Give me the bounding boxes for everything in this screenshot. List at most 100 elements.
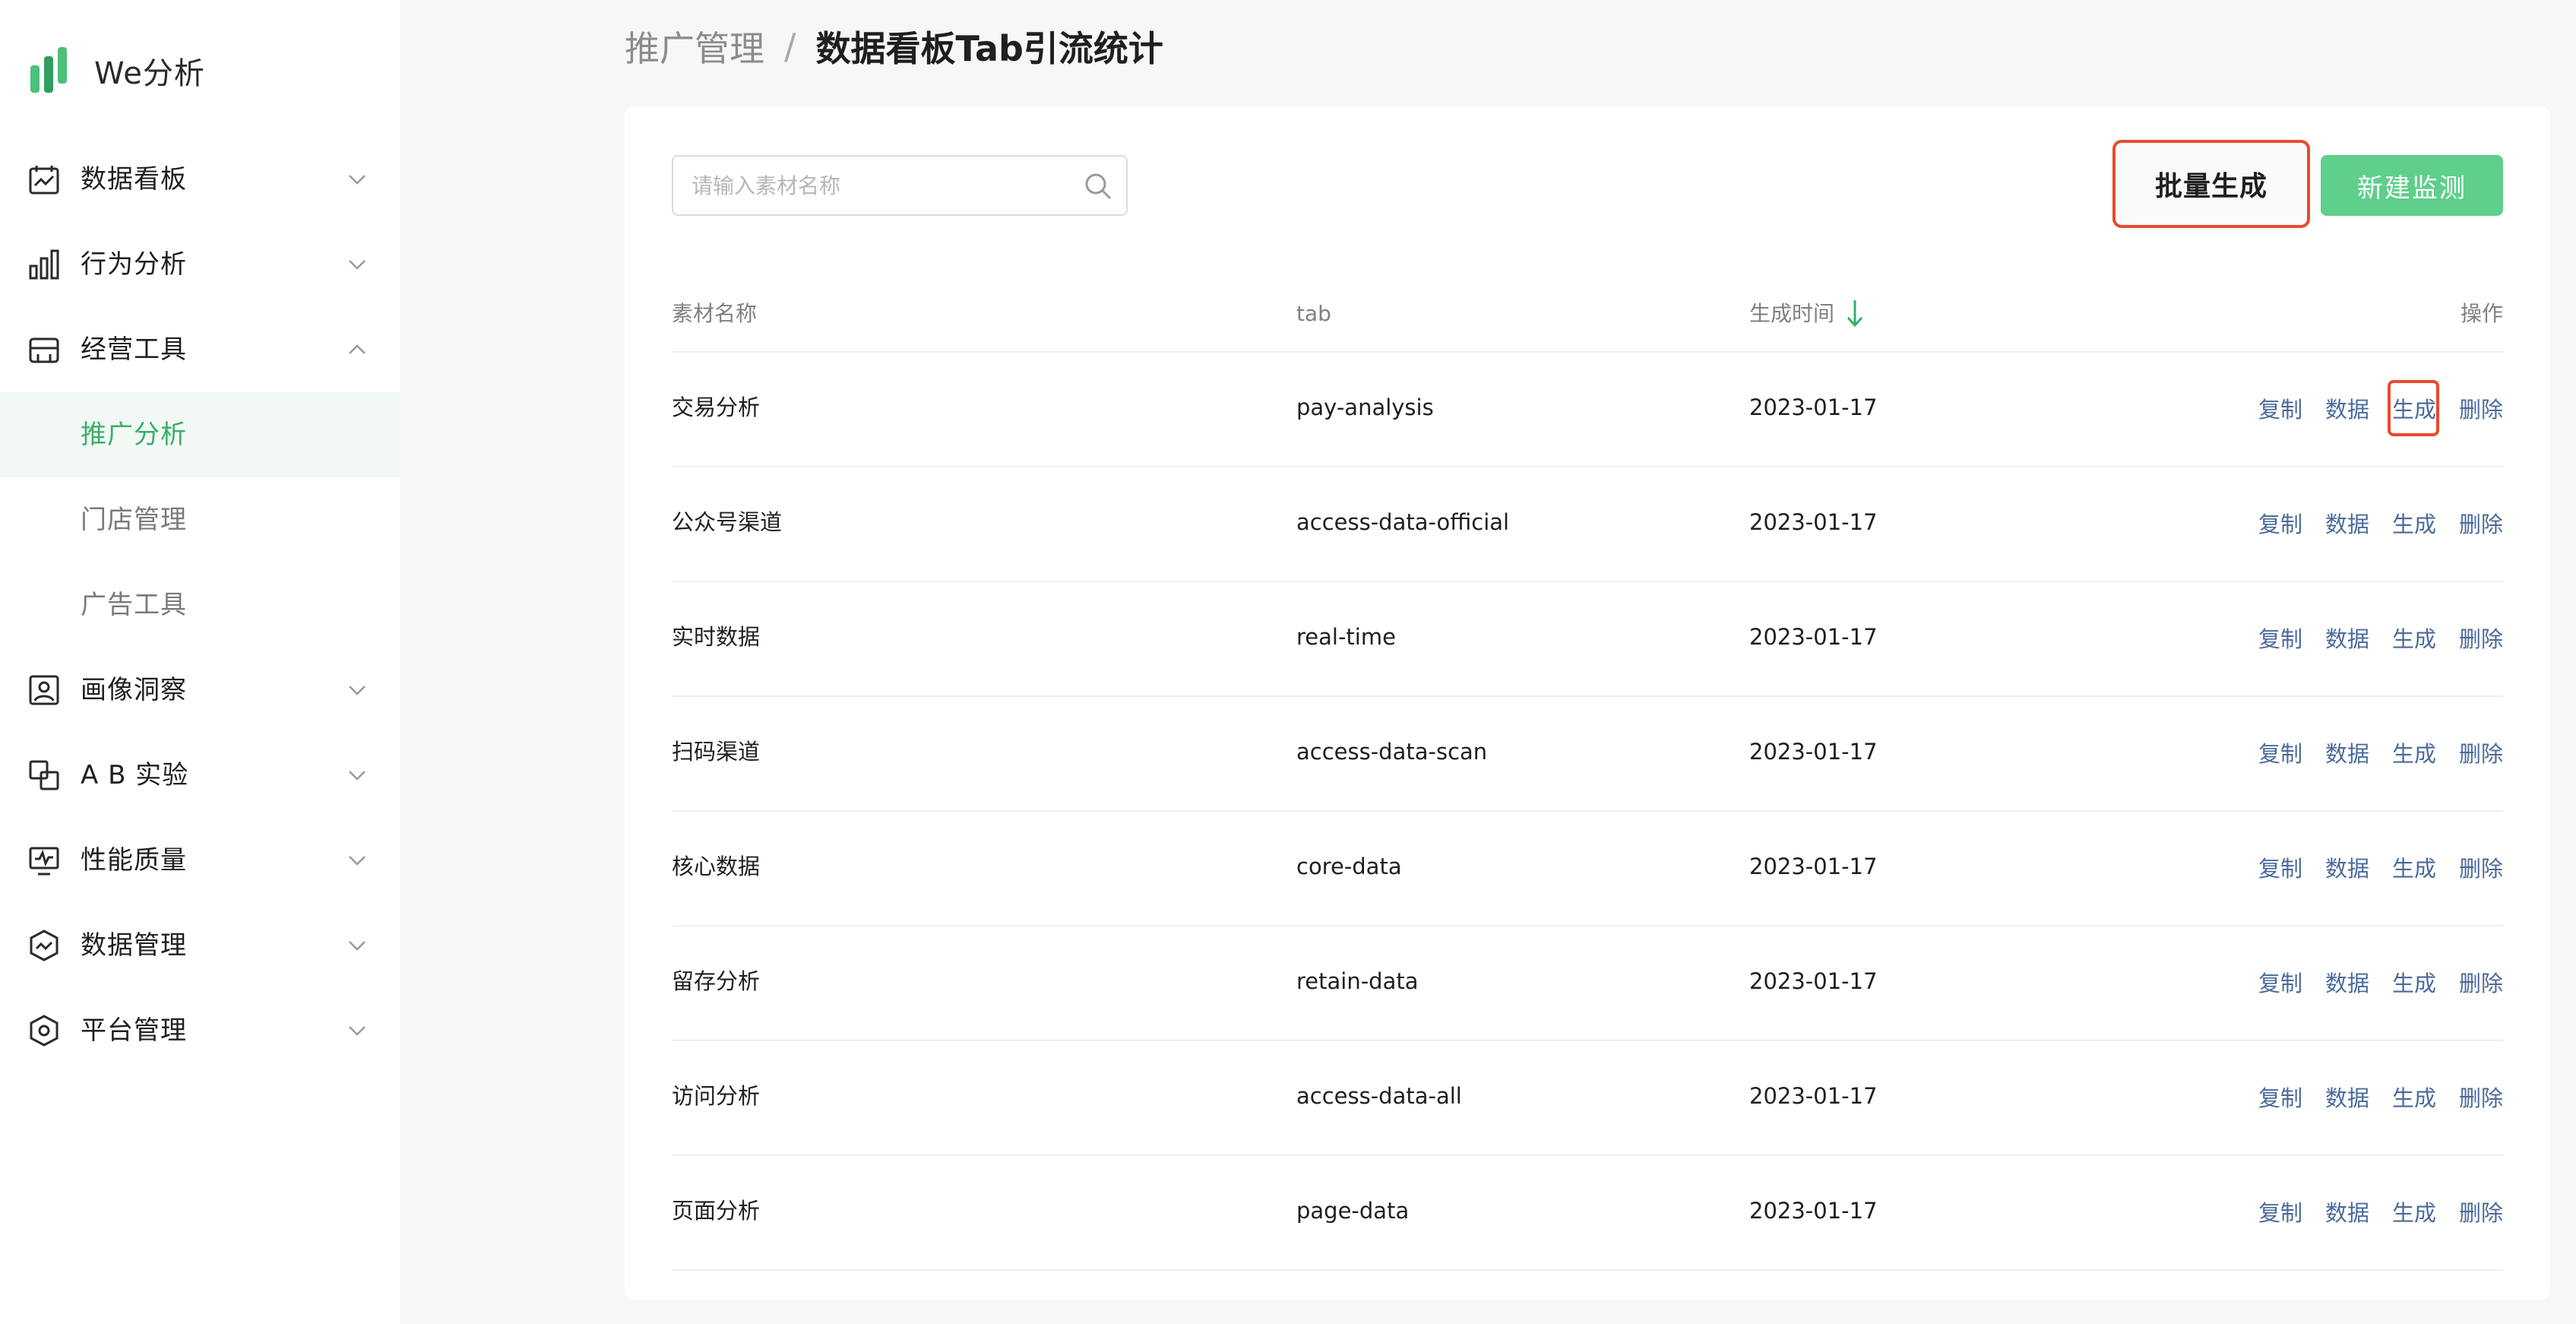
breadcrumb-separator: / (784, 26, 796, 67)
cell-time: 2023-01-17 (1749, 854, 1878, 879)
generate-link[interactable]: 生成 (2392, 736, 2436, 768)
chevron-down-icon (349, 175, 366, 185)
cell-tab: access-data-all (1296, 1083, 1462, 1109)
data-link[interactable]: 数据 (2325, 966, 2369, 998)
sidebar-subitem-label: 广告工具 (81, 590, 187, 620)
sort-desc-icon[interactable] (1845, 298, 1865, 328)
table-row: 页面分析 page-data 2023-01-17 复制 数据 生成 删除 (672, 1156, 2503, 1271)
cell-name: 实时数据 (672, 624, 761, 650)
sidebar-item-ab-test[interactable]: A B 实验 (0, 733, 400, 818)
search-input[interactable] (691, 157, 1071, 214)
brand-name: We分析 (94, 56, 205, 91)
cell-name: 交易分析 (672, 394, 761, 420)
copy-link[interactable]: 复制 (2258, 736, 2302, 768)
data-link[interactable]: 数据 (2325, 851, 2369, 883)
sidebar-item-label: 数据看板 (81, 164, 187, 195)
sidebar-subitem-ads[interactable]: 广告工具 (0, 562, 400, 648)
delete-link[interactable]: 删除 (2459, 392, 2503, 424)
row-actions: 复制 数据 生成 删除 (2236, 697, 2503, 807)
cell-tab: pay-analysis (1296, 394, 1434, 420)
delete-link[interactable]: 删除 (2459, 966, 2503, 998)
sidebar-item-business-tools[interactable]: 经营工具 (0, 307, 400, 392)
column-header-time[interactable]: 生成时间 (1749, 275, 1834, 353)
delete-link[interactable]: 删除 (2459, 736, 2503, 768)
generate-link[interactable]: 生成 (2392, 622, 2436, 654)
delete-link[interactable]: 删除 (2459, 1196, 2503, 1227)
delete-link[interactable]: 删除 (2459, 507, 2503, 539)
cell-time: 2023-01-17 (1749, 624, 1878, 650)
new-monitor-button[interactable]: 新建监测 (2321, 155, 2503, 216)
chevron-up-icon (349, 344, 366, 354)
cell-time: 2023-01-17 (1749, 739, 1878, 765)
cell-time: 2023-01-17 (1749, 1083, 1878, 1109)
sidebar-subitem-promotion[interactable]: 推广分析 (0, 392, 400, 477)
delete-link[interactable]: 删除 (2459, 1081, 2503, 1113)
data-link[interactable]: 数据 (2325, 392, 2369, 424)
row-actions: 复制 数据 生成 删除 (2236, 582, 2503, 692)
chevron-down-icon (349, 686, 366, 695)
copy-link[interactable]: 复制 (2258, 966, 2302, 998)
search-icon[interactable] (1084, 172, 1112, 201)
content-card: 批量生成 新建监测 素材名称 tab 生成时间 操作 交易分析 pay-analy… (625, 106, 2550, 1300)
cell-tab: access-data-official (1296, 509, 1510, 535)
copy-link[interactable]: 复制 (2258, 1196, 2302, 1227)
sidebar-item-dashboard[interactable]: 数据看板 (0, 137, 400, 222)
sidebar-subitem-store[interactable]: 门店管理 (0, 477, 400, 562)
delete-link[interactable]: 删除 (2459, 622, 2503, 654)
generate-link[interactable]: 生成 (2392, 851, 2436, 883)
row-actions: 复制 数据 生成 删除 (2236, 1156, 2503, 1266)
data-link[interactable]: 数据 (2325, 736, 2369, 768)
bar-chart-icon (29, 249, 59, 280)
generate-link[interactable]: 生成 (2392, 1081, 2436, 1113)
sidebar-subitem-label: 推广分析 (81, 420, 187, 450)
cell-time: 2023-01-17 (1749, 1198, 1878, 1224)
copy-link[interactable]: 复制 (2258, 622, 2302, 654)
copy-link[interactable]: 复制 (2258, 392, 2302, 424)
cell-name: 访问分析 (672, 1083, 761, 1109)
sidebar-item-label: 性能质量 (81, 845, 187, 876)
data-link[interactable]: 数据 (2325, 1081, 2369, 1113)
chevron-down-icon (349, 856, 366, 866)
logo-icon (30, 47, 67, 93)
table-row: 交易分析 pay-analysis 2023-01-17 复制 数据 生成 删除 (672, 353, 2503, 467)
generate-link[interactable]: 生成 (2392, 966, 2436, 998)
sidebar-item-platform[interactable]: 平台管理 (0, 988, 400, 1073)
breadcrumb-root[interactable]: 推广管理 (625, 21, 764, 71)
sidebar: We分析 数据看板 行为分析 经营工具 推广分析 门店管理 广告工具 画像洞察 … (0, 0, 400, 1324)
table-row: 核心数据 core-data 2023-01-17 复制 数据 生成 删除 (672, 812, 2503, 926)
row-actions: 复制 数据 生成 删除 (2236, 926, 2503, 1037)
chevron-down-icon (349, 771, 366, 781)
cell-tab: access-data-scan (1296, 739, 1488, 765)
data-link[interactable]: 数据 (2325, 622, 2369, 654)
sidebar-item-label: 平台管理 (81, 1015, 187, 1046)
copy-link[interactable]: 复制 (2258, 1081, 2302, 1113)
table-row: 留存分析 retain-data 2023-01-17 复制 数据 生成 删除 (672, 926, 2503, 1041)
portrait-icon (29, 675, 59, 705)
row-actions: 复制 数据 生成 删除 (2236, 467, 2503, 578)
generate-link[interactable]: 生成 (2392, 1196, 2436, 1227)
monitor-icon (29, 847, 59, 876)
sidebar-item-data-management[interactable]: 数据管理 (0, 903, 400, 988)
cell-name: 页面分析 (672, 1198, 761, 1224)
cell-tab: real-time (1296, 624, 1396, 650)
copy-link[interactable]: 复制 (2258, 507, 2302, 539)
main-content: 推广管理 / 数据看板Tab引流统计 批量生成 新建监测 素材名称 tab 生成… (400, 0, 2576, 1324)
chevron-down-icon (349, 1026, 366, 1036)
batch-generate-button[interactable]: 批量生成 (2112, 140, 2310, 228)
sidebar-item-portrait[interactable]: 画像洞察 (0, 648, 400, 733)
generate-link[interactable]: 生成 (2387, 379, 2439, 436)
data-link[interactable]: 数据 (2325, 507, 2369, 539)
breadcrumb: 推广管理 / 数据看板Tab引流统计 (625, 20, 1163, 73)
hexagon-gear-icon (30, 1015, 59, 1047)
delete-link[interactable]: 删除 (2459, 851, 2503, 883)
sidebar-item-performance[interactable]: 性能质量 (0, 818, 400, 903)
copy-link[interactable]: 复制 (2258, 851, 2302, 883)
generate-link[interactable]: 生成 (2392, 507, 2436, 539)
column-header-ops: 操作 (2460, 301, 2503, 326)
column-header-name: 素材名称 (672, 301, 758, 326)
brand[interactable]: We分析 (29, 44, 205, 97)
row-actions: 复制 数据 生成 删除 (2236, 812, 2503, 922)
data-link[interactable]: 数据 (2325, 1196, 2369, 1227)
sidebar-item-behavior[interactable]: 行为分析 (0, 222, 400, 307)
column-header-tab: tab (1296, 301, 1331, 326)
